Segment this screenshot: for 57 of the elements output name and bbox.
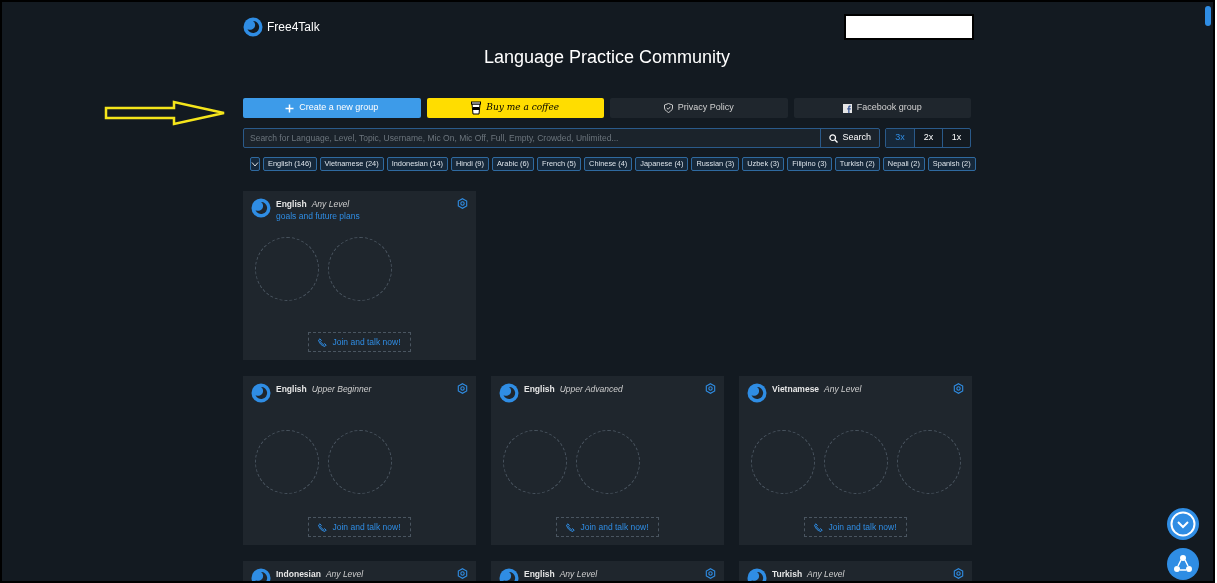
group-level: Any Level (824, 383, 862, 395)
group-language: Indonesian (276, 568, 321, 580)
facebook-icon (842, 103, 852, 113)
scroll-down-button[interactable] (1167, 508, 1199, 540)
join-button[interactable]: Join and talk now! (308, 332, 411, 352)
group-topic: goals and future plans (276, 210, 361, 222)
group-level: Any Level (325, 568, 364, 580)
settings-icon[interactable] (457, 198, 468, 209)
phone-icon (814, 522, 824, 532)
layout-tab[interactable]: 1x (942, 129, 970, 147)
plus-icon (285, 103, 295, 113)
join-button[interactable]: Join and talk now! (308, 517, 411, 537)
page-title: Language Practice Community (483, 47, 731, 67)
scrollbar-thumb[interactable] (1205, 6, 1211, 26)
share-icon (1173, 554, 1193, 574)
group-avatar-icon (499, 383, 519, 403)
group-language: English (524, 383, 555, 395)
expand-filters-button[interactable] (250, 157, 260, 171)
group-level: Any Level (559, 568, 598, 580)
settings-icon[interactable] (953, 383, 964, 394)
settings-icon[interactable] (705, 568, 716, 579)
group-language: English (276, 383, 307, 395)
join-button[interactable]: Join and talk now! (556, 517, 659, 537)
settings-icon[interactable] (457, 383, 468, 394)
group-language: Turkish (772, 568, 803, 580)
donate-button[interactable]: Buy me a coffee (426, 98, 604, 118)
layout-tab[interactable]: 3x (886, 129, 914, 147)
action-button[interactable]: Facebook group (793, 98, 971, 118)
action-button[interactable]: Privacy Policy (610, 98, 788, 118)
group-level: Any Level (311, 198, 350, 210)
phone-icon (318, 337, 328, 347)
search-field[interactable]: Search for Language, Level, Topic, Username, Mic On, Mic Off, Full, Empty, Crowded, Unlimited... Search (243, 128, 880, 148)
settings-icon[interactable] (457, 568, 468, 579)
search-icon (829, 133, 839, 143)
join-button[interactable]: Join and talk now! (804, 517, 907, 537)
logo-icon (243, 17, 263, 37)
group-avatar-icon (251, 383, 271, 403)
group-avatar-icon (747, 383, 767, 403)
chevron-down-icon (251, 161, 259, 167)
layout-tab[interactable]: 2x (914, 129, 942, 147)
group-level: Upper Advanced (559, 383, 623, 395)
brand-name[interactable]: Free4Talk (267, 18, 320, 36)
group-language: English (276, 198, 307, 210)
phone-icon (566, 522, 576, 532)
group-language: Vietnamese (772, 383, 820, 395)
group-level: Upper Beginner (311, 383, 372, 395)
share-button[interactable] (1167, 548, 1199, 580)
group-avatar-icon (251, 198, 271, 218)
cup-icon (471, 101, 482, 115)
group-level: Any Level (807, 568, 845, 580)
settings-icon[interactable] (705, 383, 716, 394)
settings-icon[interactable] (953, 568, 964, 579)
search-button[interactable]: Search (820, 129, 879, 147)
phone-icon (318, 522, 328, 532)
chevron-down-icon (1170, 511, 1196, 537)
shield-icon (663, 103, 673, 113)
group-language: English (524, 568, 555, 580)
